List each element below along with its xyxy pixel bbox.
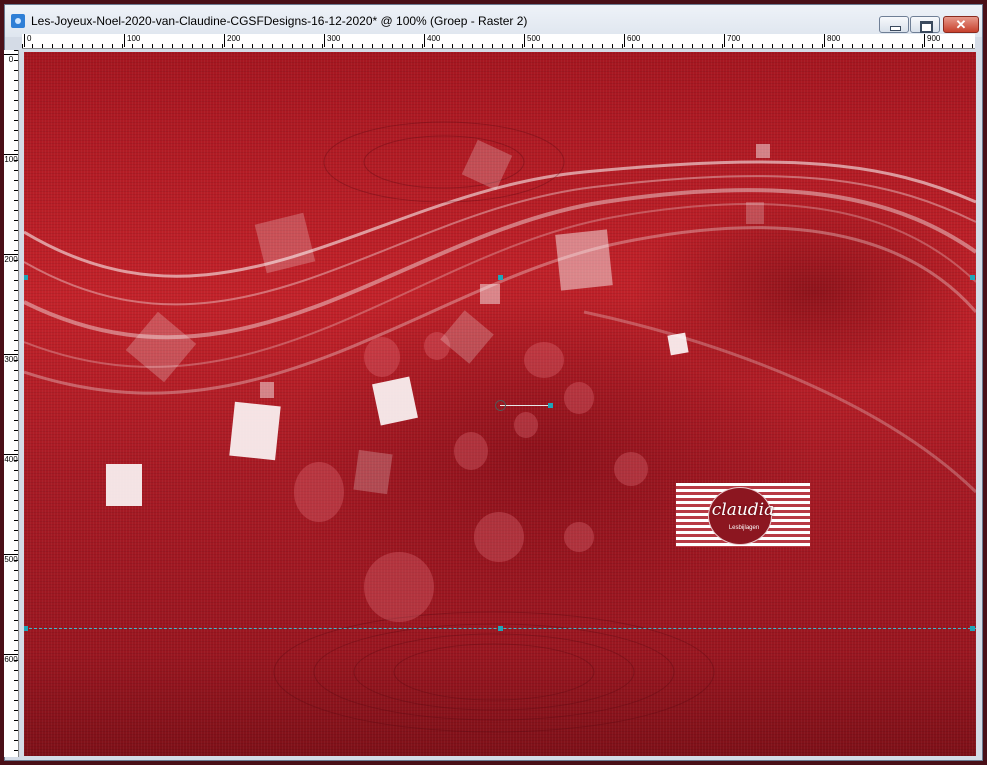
maximize-button[interactable] [910, 16, 940, 33]
floating-square [229, 401, 281, 461]
horizontal-ruler[interactable]: 0 100 200 300 400 500 600 700 800 900 [22, 34, 975, 49]
bokeh-bubble [474, 512, 524, 562]
ruler-label: 600 [624, 34, 640, 47]
bokeh-bubble [614, 452, 648, 486]
ruler-label: 400 [424, 34, 440, 47]
floating-square [480, 284, 500, 304]
close-button[interactable]: ✕ [943, 16, 979, 33]
transform-handle[interactable] [970, 275, 975, 280]
ruler-label: 100 [4, 154, 18, 164]
vertical-ruler[interactable]: 0 100 200 300 400 500 600 [4, 50, 19, 757]
floating-square [353, 449, 393, 495]
ruler-label: 400 [4, 454, 18, 464]
ruler-label: 200 [224, 34, 240, 47]
bokeh-bubble [364, 552, 434, 622]
minimize-button[interactable] [879, 16, 909, 33]
ruler-label: 600 [4, 654, 18, 664]
window-title: Les-Joyeux-Noel-2020-van-Claudine-CGSFDe… [31, 14, 528, 28]
title-bar[interactable]: Les-Joyeux-Noel-2020-van-Claudine-CGSFDe… [5, 5, 982, 37]
watermark-text: claudia [711, 500, 775, 520]
psp-document-icon[interactable] [11, 14, 25, 28]
floating-square [555, 229, 613, 291]
transform-handle[interactable] [498, 626, 503, 631]
watermark-subtext: Lesbijlagen [728, 525, 760, 531]
transform-handle[interactable] [24, 626, 28, 631]
floating-square [260, 382, 274, 398]
window-frame: Les-Joyeux-Noel-2020-van-Claudine-CGSFDe… [0, 0, 987, 765]
ruler-label: 700 [724, 34, 740, 47]
bokeh-bubble [514, 412, 538, 438]
rotation-arm [500, 405, 550, 406]
floating-square [667, 332, 689, 356]
ruler-label: 100 [124, 34, 140, 47]
watermark-badge: claudia Lesbijlagen [676, 483, 810, 547]
bokeh-bubble [454, 432, 488, 470]
transform-handle[interactable] [498, 275, 503, 280]
close-icon: ✕ [955, 17, 967, 32]
ruler-label: 200 [4, 254, 18, 264]
image-canvas[interactable]: claudia Lesbijlagen [24, 52, 976, 756]
floating-square [756, 144, 770, 158]
ruler-label: 500 [524, 34, 540, 47]
bokeh-bubble [524, 342, 564, 378]
transform-handle[interactable] [24, 275, 28, 280]
ruler-label: 0 [24, 34, 31, 47]
bokeh-bubble [364, 337, 400, 377]
ruler-label: 300 [324, 34, 340, 47]
floating-square [746, 202, 764, 224]
ruler-label: 300 [4, 354, 18, 364]
ruler-label: 0 [4, 54, 18, 64]
bokeh-bubble [564, 382, 594, 414]
bokeh-bubble [294, 462, 344, 522]
transform-handle[interactable] [970, 626, 975, 631]
pivot-point[interactable] [495, 400, 506, 411]
rotation-handle[interactable] [548, 403, 553, 408]
ruler-label: 800 [824, 34, 840, 47]
floating-square [106, 464, 142, 506]
ruler-label: 500 [4, 554, 18, 564]
ruler-label: 900 [924, 34, 940, 47]
bokeh-bubble [564, 522, 594, 552]
